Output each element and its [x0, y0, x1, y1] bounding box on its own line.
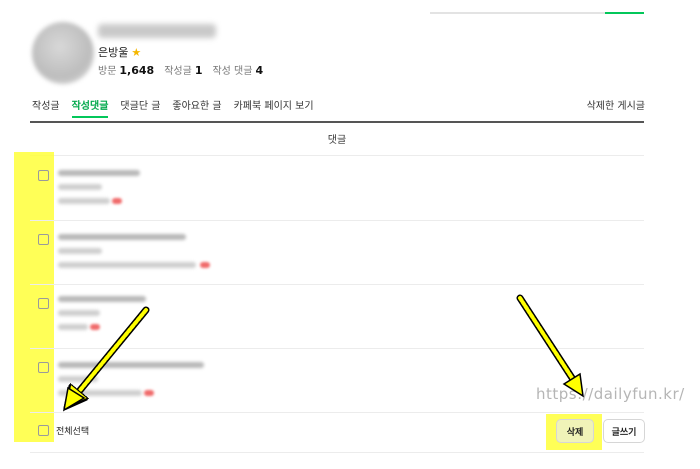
arrow-to-delete-button-icon [516, 294, 584, 398]
annotation-arrows [0, 294, 584, 412]
arrow-to-checkbox-column-icon [64, 306, 150, 412]
